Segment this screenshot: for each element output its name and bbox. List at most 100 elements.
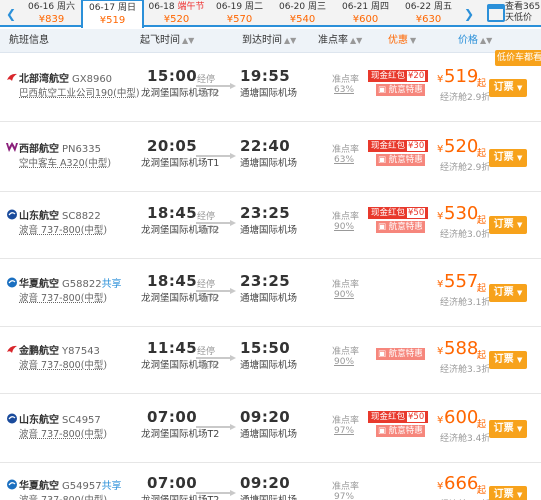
header-ontime[interactable]: 准点率 ▲▼ xyxy=(318,29,362,53)
date-tab[interactable]: 06-18 端午节 ¥520 xyxy=(145,0,208,27)
aircraft-type-link[interactable]: 波音 737-800(中型) xyxy=(19,357,107,371)
departure-time: 18:45 xyxy=(147,272,198,290)
date-tab[interactable]: 06-16 周六 ¥839 xyxy=(22,0,81,27)
ontime-rate-link[interactable]: 97% xyxy=(334,492,354,500)
chevron-left-icon[interactable]: ❮ xyxy=(0,0,22,27)
date-tab[interactable]: 06-20 周三 ¥540 xyxy=(271,0,334,27)
header-arr-time[interactable]: 到达时间 ▲▼ xyxy=(242,29,296,53)
departure-time: 20:05 xyxy=(147,137,198,155)
header-price[interactable]: 价格 ▲▼ xyxy=(458,29,492,53)
aircraft-type-link[interactable]: 波音 737-800(中型) xyxy=(19,426,107,440)
book-label: 订票 xyxy=(493,354,514,365)
date-price: ¥570 xyxy=(226,14,253,25)
flight-number: G54957 xyxy=(62,481,102,492)
red-bird-logo xyxy=(6,72,18,83)
arrival-time: 23:25 xyxy=(240,272,291,290)
insurance-badge[interactable]: ▣ 航意特惠 xyxy=(376,84,425,96)
cash-coupon-badge[interactable]: 现金红包 ¥20 xyxy=(368,70,429,82)
cash-coupon-badge[interactable]: 现金红包 ¥30 xyxy=(368,140,429,152)
price-from-label: 起 xyxy=(477,149,487,159)
ontime-rate-link[interactable]: 90% xyxy=(334,222,354,232)
book-button[interactable]: 订票 ▼ xyxy=(489,284,527,302)
price-value: 520 xyxy=(444,136,479,157)
ontime-rate-link[interactable]: 90% xyxy=(334,357,354,367)
date-tab[interactable]: 06-22 周五 ¥630 xyxy=(397,0,460,27)
aircraft-type-link[interactable]: 波音 737-800(中型) xyxy=(19,222,107,236)
ontime-rate-link[interactable]: 97% xyxy=(334,426,354,436)
blue-circle-logo xyxy=(6,413,18,424)
insurance-label: 航意特惠 xyxy=(388,85,423,95)
shield-icon: ▣ xyxy=(378,85,387,95)
header-dep-time-label: 起飞时间 xyxy=(140,35,180,46)
chevron-down-icon: ▼ xyxy=(410,36,417,45)
insurance-badge[interactable]: ▣ 航意特惠 xyxy=(376,221,425,233)
ontime-rate-link[interactable]: 63% xyxy=(334,85,354,95)
arrival-airport: 通塘国际机场 xyxy=(240,492,297,500)
price-value: 530 xyxy=(444,203,479,224)
price-value: 588 xyxy=(444,338,479,359)
cash-coupon-label: 现金红包 xyxy=(371,141,406,151)
ontime-label: 准点率 xyxy=(332,347,360,357)
shield-icon: ▣ xyxy=(378,426,387,436)
book-button[interactable]: 订票 ▼ xyxy=(489,79,527,97)
blue-circle-logo xyxy=(6,209,18,220)
arrival-airport: 通塘国际机场 xyxy=(240,429,298,440)
insurance-badge[interactable]: ▣ 航意特惠 xyxy=(376,348,425,360)
arrow-right-icon xyxy=(196,220,236,226)
airline-label: 山东航空 xyxy=(19,211,59,222)
flight-row: 北部湾航空 GX8960 巴西航空工业公司190(中型) 15:00 龙洞堡国际机场T2… xyxy=(0,54,541,122)
insurance-label: 航意特惠 xyxy=(388,426,423,436)
airline-label: 山东航空 xyxy=(19,415,59,426)
weekday-label: 周四 xyxy=(371,2,390,12)
ontime-label: 准点率 xyxy=(332,145,360,155)
cabin-discount: 经济舱2.9折 xyxy=(440,163,491,173)
header-dep-time[interactable]: 起飞时间 ▲▼ xyxy=(140,29,194,53)
cash-coupon-badge[interactable]: 现金红包 ¥50 xyxy=(368,207,429,219)
book-button[interactable]: 订票 ▼ xyxy=(489,149,527,167)
cash-coupon-amount: ¥30 xyxy=(407,141,426,151)
book-label: 订票 xyxy=(493,489,514,500)
low-price-calendar-button[interactable]: 查看365天低价 xyxy=(484,0,541,27)
aircraft-type-link[interactable]: 波音 737-800(中型) xyxy=(19,290,107,304)
blue-circle-logo xyxy=(6,277,18,288)
aircraft-type-link[interactable]: 空中客车 A320(中型) xyxy=(19,155,111,169)
insurance-label: 航意特惠 xyxy=(388,222,423,232)
calendar-label: 查看365天低价 xyxy=(505,2,541,23)
arrow-right-icon xyxy=(196,355,236,361)
date-label: 06-16 xyxy=(27,2,55,12)
cabin-discount: 经济舱3.1折 xyxy=(440,298,491,308)
price-from-label: 起 xyxy=(477,351,487,361)
aircraft-type-link[interactable]: 巴西航空工业公司190(中型) xyxy=(19,85,140,99)
date-tab-active[interactable]: 06-17 周日 ¥519 xyxy=(81,0,144,28)
header-preferential[interactable]: 优惠 ▼ xyxy=(388,29,416,53)
airline-label: 华夏航空 xyxy=(19,279,59,290)
ontime-rate-link[interactable]: 90% xyxy=(334,290,354,300)
date-bar: ❮ 06-16 周六 ¥839 06-17 周日 ¥519 06-18 端午节 … xyxy=(0,0,541,28)
arrow-right-icon xyxy=(196,288,236,294)
currency-symbol: ¥ xyxy=(437,481,444,492)
book-button[interactable]: 订票 ▼ xyxy=(489,420,527,438)
date-price: ¥520 xyxy=(163,14,190,25)
arrival-time: 22:40 xyxy=(240,137,291,155)
date-tab[interactable]: 06-21 周四 ¥600 xyxy=(334,0,397,27)
book-button[interactable]: 订票 ▼ xyxy=(489,486,527,500)
price-from-label: 起 xyxy=(477,486,487,496)
date-tab[interactable]: 06-19 周二 ¥570 xyxy=(208,0,271,27)
header-arr-time-label: 到达时间 xyxy=(242,35,282,46)
arrival-time: 09:20 xyxy=(240,474,291,492)
book-button[interactable]: 订票 ▼ xyxy=(489,216,527,234)
cash-coupon-badge[interactable]: 现金红包 ¥50 xyxy=(368,411,429,423)
aircraft-type-link[interactable]: 波音 737-800(中型) xyxy=(19,492,107,500)
price-from-label: 起 xyxy=(477,284,487,294)
chevron-right-icon[interactable]: ❯ xyxy=(462,0,476,27)
price-value: 600 xyxy=(444,407,479,428)
insurance-badge[interactable]: ▣ 航意特惠 xyxy=(376,154,425,166)
flight-number: Y87543 xyxy=(62,346,100,357)
currency-symbol: ¥ xyxy=(437,346,444,357)
cabin-discount: 经济舱3.3折 xyxy=(440,365,491,375)
book-button[interactable]: 订票 ▼ xyxy=(489,351,527,369)
insurance-badge[interactable]: ▣ 航意特惠 xyxy=(376,425,425,437)
ontime-rate-link[interactable]: 63% xyxy=(334,155,354,165)
calendar-icon xyxy=(487,4,505,22)
currency-symbol: ¥ xyxy=(437,211,444,222)
